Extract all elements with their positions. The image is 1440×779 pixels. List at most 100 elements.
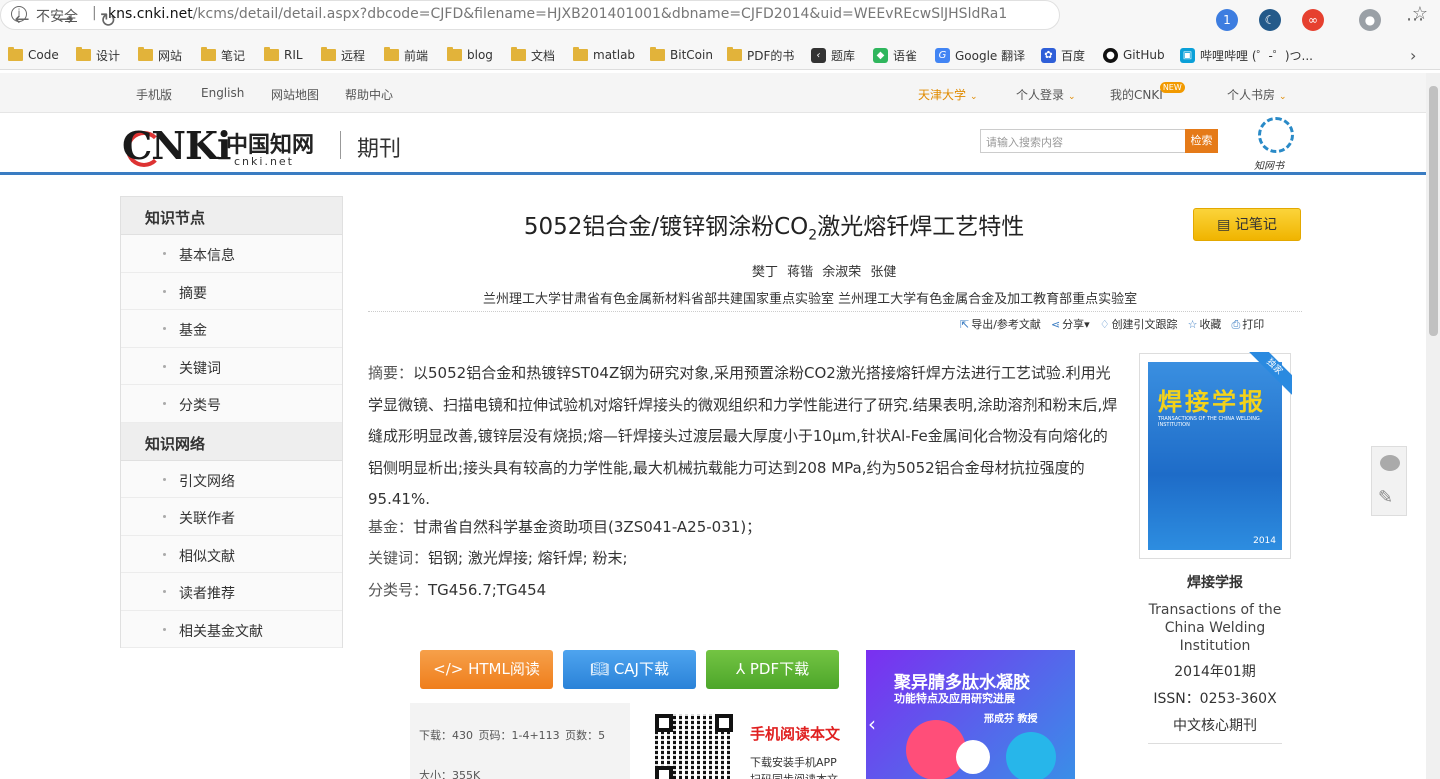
note-icon: ▤ xyxy=(1217,217,1235,233)
bookmark-item[interactable]: 前端 xyxy=(384,46,428,64)
bookmark-item[interactable]: G Google 翻译 xyxy=(935,46,1025,64)
affiliations[interactable]: 兰州理工大学甘肃省有色金属新材料省部共建国家重点实验室 兰州理工大学有色金属合金… xyxy=(483,288,1137,307)
journal-name[interactable]: 焊接学报 xyxy=(1140,574,1290,592)
search-input[interactable]: 请输入搜索内容 xyxy=(980,129,1186,153)
comment-icon[interactable] xyxy=(1380,455,1400,471)
scrollbar-thumb[interactable] xyxy=(1429,86,1438,336)
bookmark-item[interactable]: Code xyxy=(8,46,59,64)
share-button[interactable]: ⋖ 分享▾ xyxy=(1051,316,1090,332)
track-citation-button[interactable]: ♢ 创建引文跟踪 xyxy=(1100,316,1178,332)
abstract-label: 摘要： xyxy=(368,364,414,382)
caj-download-button[interactable]: 📖︎ CAJ下载 xyxy=(563,650,696,689)
info-icon[interactable]: i xyxy=(11,6,27,22)
journal-issn: ISSN：0253-360X xyxy=(1153,691,1277,707)
folder-icon xyxy=(511,47,526,61)
folder-icon xyxy=(201,47,216,61)
bookmark-item[interactable]: RIL xyxy=(264,46,303,64)
pencil-icon[interactable]: ✎ xyxy=(1378,487,1393,508)
english-link[interactable]: English xyxy=(201,86,244,100)
journal-core: 中文核心期刊 xyxy=(1173,718,1257,734)
mobile-link[interactable]: 手机版 xyxy=(136,86,172,103)
take-note-button[interactable]: ▤ 记笔记 xyxy=(1193,208,1301,241)
mobile-read-title[interactable]: 手机阅读本文 xyxy=(750,723,840,744)
favorite-button[interactable]: ☆ 收藏 xyxy=(1188,316,1222,332)
sidebar-item-authors[interactable]: 关联作者 xyxy=(121,498,342,536)
keyword-links[interactable]: 铝钢; 激光焊接; 熔钎焊; 粉末; xyxy=(428,549,628,567)
sitemap-link[interactable]: 网站地图 xyxy=(271,86,319,103)
institution-dropdown[interactable]: 天津大学 ⌄ xyxy=(918,86,978,103)
login-dropdown[interactable]: 个人登录 ⌄ xyxy=(1016,86,1076,103)
divider xyxy=(368,311,1302,312)
bookmark-item[interactable]: 笔记 xyxy=(201,46,245,64)
search-button[interactable]: 检索 xyxy=(1185,129,1218,153)
bookmark-item[interactable]: matlab xyxy=(573,46,635,64)
sidebar-item-similar[interactable]: 相似文献 xyxy=(121,535,342,573)
bookroom-label: 个人书房 xyxy=(1227,88,1276,102)
bookmark-item[interactable]: PDF的书 xyxy=(727,46,794,64)
extension-infinity-icon[interactable]: ∞ xyxy=(1302,9,1324,31)
bookmark-item[interactable]: ‹ 题库 xyxy=(811,46,855,64)
printer-icon: ⎙ xyxy=(1231,318,1241,331)
bookmark-item[interactable]: blog xyxy=(447,46,493,64)
qr-corner xyxy=(655,766,673,779)
cnki-logo[interactable]: CNKi 中国知网 cnki.net xyxy=(122,123,322,171)
qr-code xyxy=(655,714,733,779)
bookmark-item[interactable]: ▣ 哔哩哔哩 (゜-゜)つ... xyxy=(1180,46,1313,64)
folder-icon xyxy=(573,47,588,61)
zhiwang-book-logo[interactable]: 知网书 xyxy=(1252,117,1302,175)
size-text: 大小：355K xyxy=(419,769,481,779)
abstract-text: 以5052铝合金和热镀锌ST04Z钢为研究对象,采用预置涂粉CO2激光搭接熔钎焊… xyxy=(368,364,1118,508)
sidebar-item-abstract[interactable]: 摘要 xyxy=(121,272,342,310)
print-button[interactable]: ⎙ 打印 xyxy=(1231,316,1264,332)
sidebar-item-fund-docs[interactable]: 相关基金文献 xyxy=(121,610,342,648)
site-top-bar: 手机版 English 网站地图 帮助中心 天津大学 ⌄ 个人登录 ⌄ 我的CNKI… xyxy=(0,73,1426,113)
bookmark-item[interactable]: ● GitHub xyxy=(1103,46,1165,64)
extension-moon-icon[interactable]: ☾ xyxy=(1259,9,1281,31)
help-link[interactable]: 帮助中心 xyxy=(345,86,393,103)
journal-issue[interactable]: 2014年01期 xyxy=(1140,662,1290,682)
mobile-read-line1: 下载安装手机APP xyxy=(750,756,837,769)
sidebar-item-citation[interactable]: 引文网络 xyxy=(121,460,342,498)
extension-icon[interactable]: 1 xyxy=(1216,9,1238,31)
html-read-button[interactable]: </> HTML阅读 xyxy=(420,650,553,689)
profile-avatar[interactable]: ● xyxy=(1359,9,1381,31)
bookmark-item[interactable]: 网站 xyxy=(138,46,182,64)
mobile-read-box: 手机阅读本文 下载安装手机APP 扫码同步阅读本文 xyxy=(640,703,860,779)
chevron-left-icon[interactable]: ‹ xyxy=(868,712,876,736)
security-label: 不安全 xyxy=(36,9,78,25)
bookmark-item[interactable]: 设计 xyxy=(76,46,120,64)
pdf-icon: ⅄ xyxy=(735,660,750,678)
fund-link[interactable]: 甘肃省自然科学基金资助项目(3ZS041-A25-031)； xyxy=(413,518,761,536)
export-button[interactable]: ⇱ 导出/参考文献 xyxy=(960,316,1041,332)
bookroom-dropdown[interactable]: 个人书房 ⌄ xyxy=(1227,86,1287,103)
folder-icon xyxy=(447,47,462,61)
sidebar-item-class[interactable]: 分类号 xyxy=(121,385,342,423)
url-path: /kcms/detail/detail.aspx?dbcode=CJFD&fil… xyxy=(192,6,1008,22)
bookmark-item[interactable]: 远程 xyxy=(321,46,365,64)
bookmarks-more-icon[interactable]: › xyxy=(1410,46,1416,65)
address-bar[interactable]: i 不安全 | kns.cnki.net/kcms/detail/detail.… xyxy=(0,0,1428,30)
star-icon: ☆ xyxy=(1187,318,1198,331)
url-text[interactable]: kns.cnki.net/kcms/detail/detail.aspx?dbc… xyxy=(108,6,1008,22)
mycnki-link[interactable]: 我的CNKI NEW xyxy=(1110,82,1185,103)
bookmark-item[interactable]: ◆ 语雀 xyxy=(873,46,917,64)
zhiwang-label: 知网书 xyxy=(1254,161,1284,172)
pdf-download-button[interactable]: ⅄ PDF下载 xyxy=(706,650,839,689)
folder-icon xyxy=(8,47,23,61)
folder-icon xyxy=(264,47,279,61)
download-stats: 下载：430 页码：1-4+113 页数：5 大小：355K xyxy=(410,703,630,779)
bookmark-item[interactable]: ✿ 百度 xyxy=(1041,46,1085,64)
sidebar-item-basic-info[interactable]: 基本信息 xyxy=(121,235,342,273)
bell-icon: ♢ xyxy=(1099,318,1110,331)
bookmark-item[interactable]: BitCoin xyxy=(650,46,713,64)
authors[interactable]: 樊丁 蒋锴 余淑荣 张健 xyxy=(752,261,896,280)
ad-banner[interactable]: 聚异腈多肽水凝胶 功能特点及应用研究进展 邢成芬 教授 ‹ xyxy=(866,650,1075,779)
bookmark-item[interactable]: 文档 xyxy=(511,46,555,64)
menu-dots-icon[interactable]: ⋯ xyxy=(1403,8,1427,32)
extension-badge: 1 xyxy=(1223,13,1231,27)
sidebar-item-fund[interactable]: 基金 xyxy=(121,310,342,348)
sidebar-item-keywords[interactable]: 关键词 xyxy=(121,347,342,385)
journal-cover[interactable]: 焊接学报 TRANSACTIONS OF THE CHINA WELDING I… xyxy=(1139,352,1292,559)
sidebar-item-recommend[interactable]: 读者推荐 xyxy=(121,573,342,611)
ad-shape xyxy=(1006,732,1056,779)
